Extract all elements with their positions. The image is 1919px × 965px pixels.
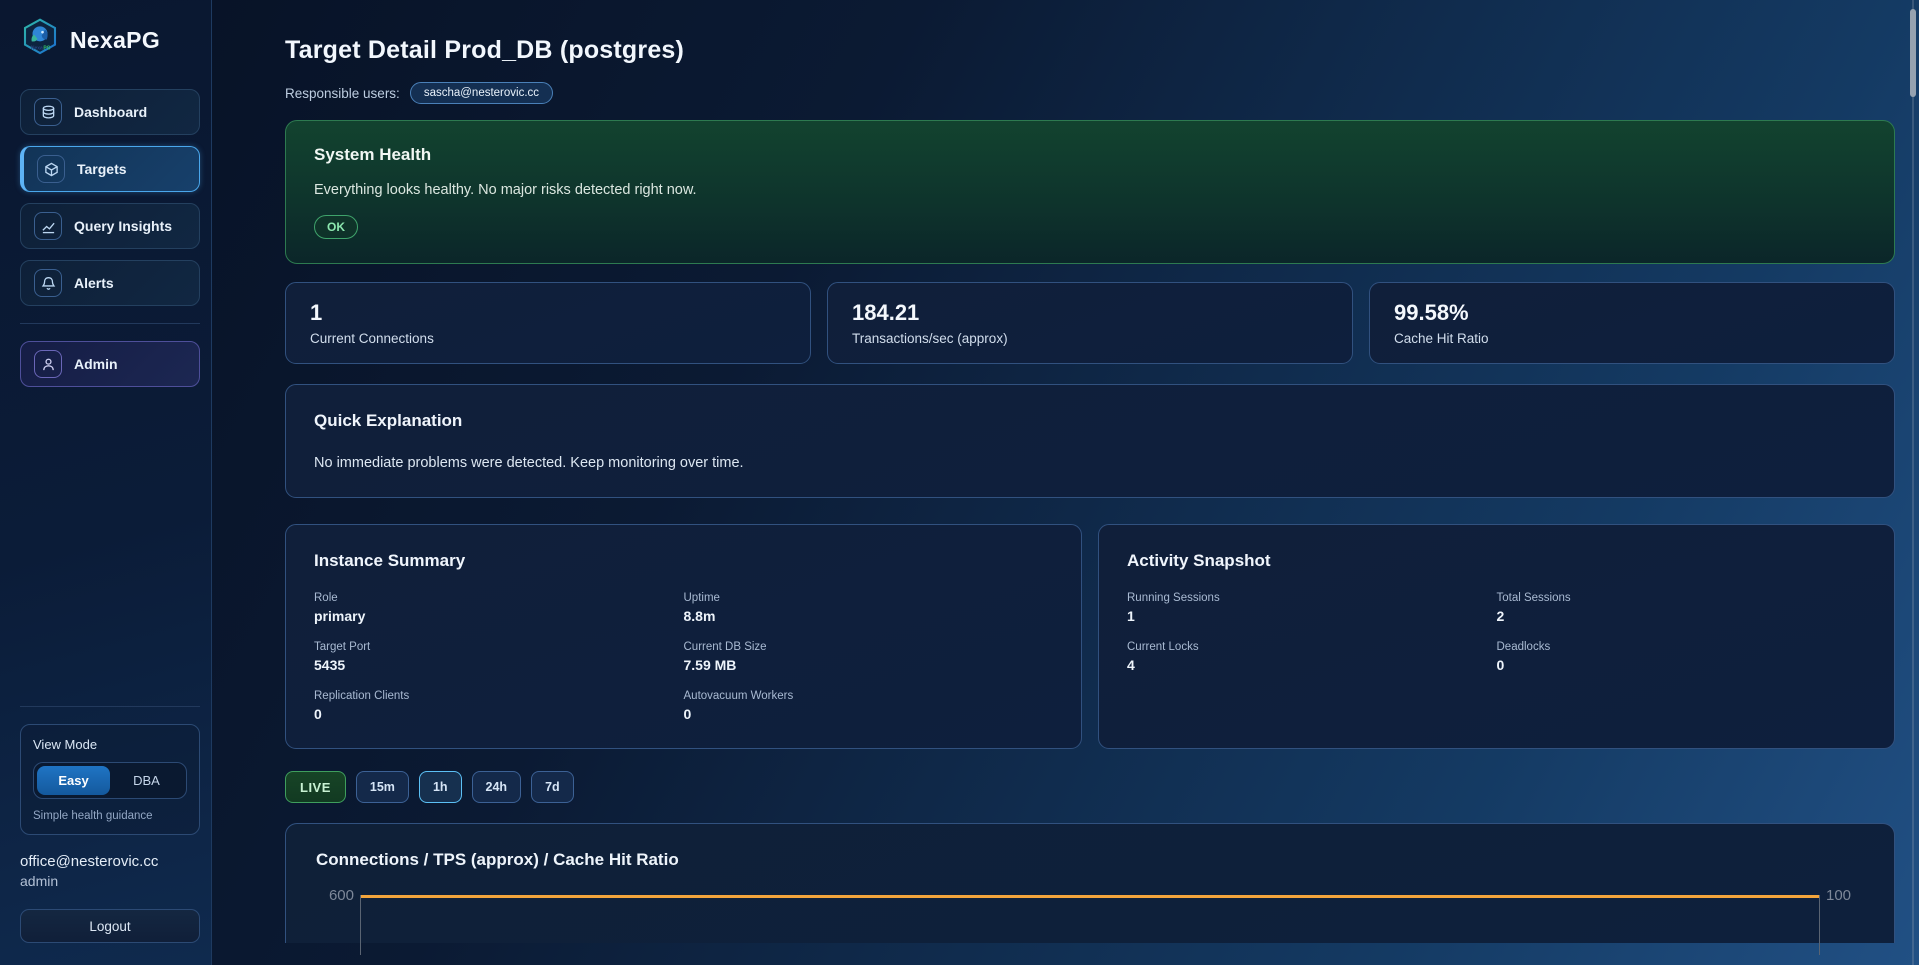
sidebar-item-admin[interactable]: Admin — [20, 341, 200, 387]
stat-label: Current Connections — [310, 331, 786, 346]
main-content: Target Detail Prod_DB (postgres) Respons… — [212, 0, 1919, 965]
live-button[interactable]: LIVE — [285, 771, 346, 803]
chart-area: 600 100 — [316, 895, 1864, 955]
system-health-message: Everything looks healthy. No major risks… — [314, 182, 1866, 198]
bell-icon — [34, 269, 62, 297]
nexapg-logo-icon: Nexa PG — [20, 18, 60, 63]
field-total-sessions: Total Sessions 2 — [1497, 592, 1867, 624]
responsible-users-label: Responsible users: — [285, 86, 400, 101]
sidebar-item-label: Admin — [74, 356, 118, 372]
view-mode-panel: View Mode Easy DBA Simple health guidanc… — [20, 724, 200, 835]
sidebar-bottom-divider — [20, 706, 200, 707]
stat-card-tps: 184.21 Transactions/sec (approx) — [827, 282, 1353, 364]
database-icon — [34, 98, 62, 126]
app-title: NexaPG — [70, 27, 160, 54]
field-autovacuum-workers: Autovacuum Workers 0 — [684, 690, 1054, 722]
range-button-1h[interactable]: 1h — [419, 771, 462, 803]
stat-card-cache-hit: 99.58% Cache Hit Ratio — [1369, 282, 1895, 364]
quick-explanation-card: Quick Explanation No immediate problems … — [285, 384, 1895, 498]
stat-card-connections: 1 Current Connections — [285, 282, 811, 364]
scrollbar-track[interactable] — [1912, 0, 1914, 965]
field-replication-clients: Replication Clients 0 — [314, 690, 684, 722]
field-target-port: Target Port 5435 — [314, 641, 684, 673]
sidebar-item-label: Query Insights — [74, 218, 172, 234]
range-button-15m[interactable]: 15m — [356, 771, 409, 803]
right-axis-tick-label: 100 — [1820, 887, 1864, 904]
activity-snapshot-card: Activity Snapshot Running Sessions 1 Tot… — [1098, 524, 1895, 749]
field-uptime: Uptime 8.8m — [684, 592, 1054, 624]
field-current-locks: Current Locks 4 — [1127, 641, 1497, 673]
sidebar-item-query-insights[interactable]: Query Insights — [20, 203, 200, 249]
svg-text:Nexa: Nexa — [31, 46, 43, 52]
field-db-size: Current DB Size 7.59 MB — [684, 641, 1054, 673]
activity-snapshot-title: Activity Snapshot — [1127, 551, 1866, 571]
page-title: Target Detail Prod_DB (postgres) — [285, 36, 1895, 65]
sidebar: Nexa PG NexaPG Dashboard Targets — [0, 0, 212, 965]
quick-explanation-title: Quick Explanation — [314, 411, 1866, 431]
status-badge: OK — [314, 215, 358, 239]
sidebar-divider — [20, 323, 200, 324]
responsible-user-badge[interactable]: sascha@nesterovic.cc — [410, 82, 553, 104]
chart-card: Connections / TPS (approx) / Cache Hit R… — [285, 823, 1895, 943]
chart-title: Connections / TPS (approx) / Cache Hit R… — [316, 850, 1864, 870]
sidebar-item-alerts[interactable]: Alerts — [20, 260, 200, 306]
field-running-sessions: Running Sessions 1 — [1127, 592, 1497, 624]
field-deadlocks: Deadlocks 0 — [1497, 641, 1867, 673]
chart-line-icon — [34, 212, 62, 240]
stat-label: Cache Hit Ratio — [1394, 331, 1870, 346]
view-mode-caption: Simple health guidance — [33, 810, 187, 822]
sidebar-item-label: Targets — [77, 161, 127, 177]
left-axis-tick-label: 600 — [316, 887, 360, 904]
cube-icon — [37, 155, 65, 183]
system-health-title: System Health — [314, 145, 1866, 165]
stat-value: 184.21 — [852, 300, 1328, 326]
chart-plot-area — [360, 895, 1820, 955]
range-button-24h[interactable]: 24h — [472, 771, 522, 803]
instance-summary-card: Instance Summary Role primary Uptime 8.8… — [285, 524, 1082, 749]
responsible-users-row: Responsible users: sascha@nesterovic.cc — [285, 82, 1895, 104]
sidebar-item-targets[interactable]: Targets — [20, 146, 200, 192]
view-mode-option-easy[interactable]: Easy — [37, 766, 110, 795]
stat-value: 99.58% — [1394, 300, 1870, 326]
view-mode-toggle: Easy DBA — [33, 762, 187, 799]
view-mode-option-dba[interactable]: DBA — [110, 766, 183, 795]
instance-summary-title: Instance Summary — [314, 551, 1053, 571]
sidebar-item-label: Alerts — [74, 275, 114, 291]
sidebar-item-label: Dashboard — [74, 104, 147, 120]
range-button-7d[interactable]: 7d — [531, 771, 574, 803]
user-role: admin — [20, 873, 199, 889]
field-role: Role primary — [314, 592, 684, 624]
stats-row: 1 Current Connections 184.21 Transaction… — [285, 282, 1895, 364]
stat-label: Transactions/sec (approx) — [852, 331, 1328, 346]
sidebar-item-dashboard[interactable]: Dashboard — [20, 89, 200, 135]
user-icon — [34, 350, 62, 378]
stat-value: 1 — [310, 300, 786, 326]
scrollbar-thumb[interactable] — [1910, 9, 1916, 97]
cache-hit-ratio-line — [361, 895, 1819, 898]
logout-button[interactable]: Logout — [20, 909, 200, 943]
brand: Nexa PG NexaPG — [20, 18, 199, 63]
view-mode-label: View Mode — [33, 737, 187, 752]
summary-row: Instance Summary Role primary Uptime 8.8… — [285, 524, 1895, 749]
svg-text:PG: PG — [43, 46, 50, 52]
user-email: office@nesterovic.cc — [20, 853, 199, 870]
quick-explanation-message: No immediate problems were detected. Kee… — [314, 455, 1866, 471]
system-health-card: System Health Everything looks healthy. … — [285, 120, 1895, 264]
time-range-controls: LIVE 15m 1h 24h 7d — [285, 771, 1895, 803]
